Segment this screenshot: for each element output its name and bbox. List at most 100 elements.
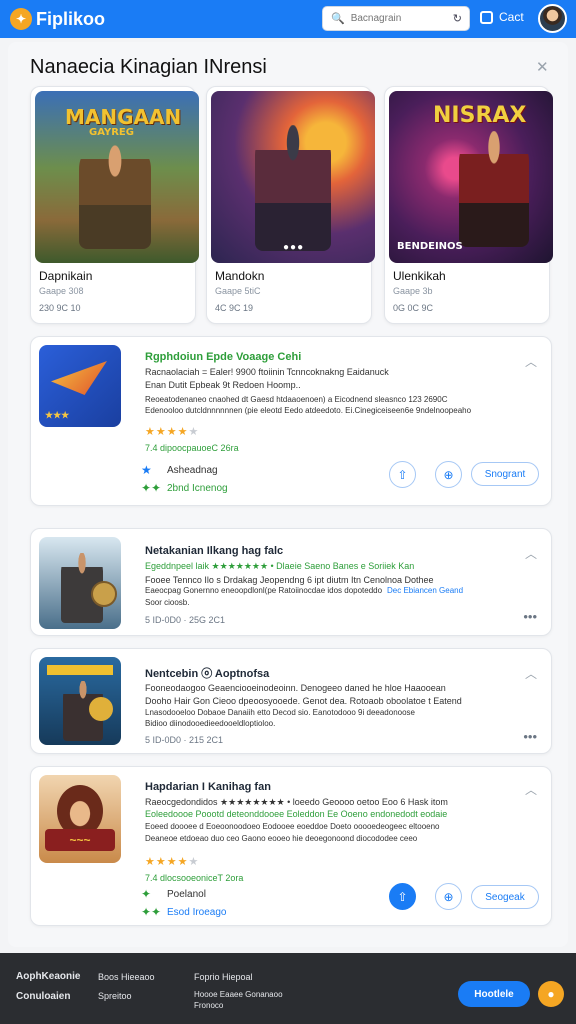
featured-art-title: MANGAAN xyxy=(65,105,182,129)
app-icon: ★★★ xyxy=(39,345,121,427)
app-title[interactable]: Hapdarian I Kanihag fan xyxy=(145,781,271,793)
feature-label: Esod Iroeago xyxy=(167,906,227,918)
featured-subtitle: Gaape 308 xyxy=(39,286,84,296)
featured-meta: 230 9C 10 xyxy=(39,303,81,313)
footer-link[interactable]: Hoooe Eaaee Gonanaoo xyxy=(194,990,283,999)
feature-row: ✦✦ Esod Iroeago xyxy=(141,905,227,919)
close-icon[interactable]: ✕ xyxy=(536,58,549,76)
app-line: Soor cioosb. xyxy=(145,598,190,607)
search-icon: 🔍 xyxy=(331,13,345,25)
feature-row: ★ Asheadnag xyxy=(141,463,218,477)
featured-name: Mandokn xyxy=(215,269,265,283)
collapse-icon[interactable]: ︿ xyxy=(525,353,537,370)
more-icon[interactable]: ••• xyxy=(523,609,537,624)
footer: AophKeaonie Conuloaien Boos Hieeaoo Spre… xyxy=(0,953,576,1024)
footer-link[interactable]: Conuloaien xyxy=(16,991,70,1002)
share-button[interactable]: ⇧ xyxy=(389,883,416,910)
top-app-bar: ✦ Fiplikoo 🔍 ↻ Cact xyxy=(0,0,576,38)
collapse-icon[interactable]: ︿ xyxy=(525,545,537,562)
app-card[interactable]: ★★★ Rgphdoiun Epde Voaage Cehi Racnaolac… xyxy=(30,336,552,506)
collapse-icon[interactable]: ︿ xyxy=(525,781,537,798)
logo-icon: ✦ xyxy=(10,8,32,30)
star-icon: ★ xyxy=(141,463,152,477)
app-name[interactable]: Fiplikoo xyxy=(36,9,105,30)
app-meta: 7.4 dlocsooeoniceT 2ora xyxy=(145,873,244,883)
app-meta: 7.4 dipoocpauoeC 26ra xyxy=(145,443,239,453)
app-card[interactable]: Netakanian Ilkang hag falc Egeddnpeel la… xyxy=(30,528,552,636)
featured-art: ●●● xyxy=(211,91,375,263)
featured-card[interactable]: NISRAX BENDEINOS Ulenkikah Gaape 3b 0G 0… xyxy=(384,86,553,324)
account-icon xyxy=(480,10,493,24)
refresh-icon[interactable]: ↻ xyxy=(453,12,462,25)
star-rating: ★★★★★ xyxy=(145,426,200,438)
footer-link[interactable]: Boos Hieeaoo xyxy=(98,972,155,982)
collapse-icon[interactable]: ︿ xyxy=(525,665,537,682)
sparkle-icon: ✦✦ xyxy=(141,905,162,919)
featured-subtitle: Gaape 3b xyxy=(393,286,433,296)
carousel-dots[interactable]: ●●● xyxy=(283,242,304,253)
featured-name: Dapnikain xyxy=(39,269,93,283)
search-input[interactable] xyxy=(350,13,451,24)
feature-label: Asheadnag xyxy=(167,464,218,476)
app-line: Eoeed doooee d Eoeoonoodoeo Eodooee eoed… xyxy=(145,822,440,831)
app-line: Fooneodaogoo Geaenciooeinodeoinn. Denoge… xyxy=(145,683,446,693)
app-line: Raeocgedondidos ★★★★★★★★ • loeedo Geoooo… xyxy=(145,797,448,807)
app-line: Deaneoe etdoeao duo ceo Gaono eooeo hie … xyxy=(145,834,418,843)
app-title[interactable]: Netakanian Ilkang hag falc xyxy=(145,545,283,557)
app-line: Racnaolaciah = Ealer! 9900 ftoiinin Tcnn… xyxy=(145,367,389,377)
featured-art-subtitle: GAYREG xyxy=(89,127,134,138)
bookmark-button[interactable]: ⊕ xyxy=(435,461,462,488)
app-line: Eoleedoooe Poootd deteonddooee Eoleddon … xyxy=(145,809,448,819)
featured-meta: 0G 0C 9C xyxy=(393,303,434,313)
featured-art-caption: BENDEINOS xyxy=(397,241,463,252)
app-meta: 5 ID-0D0 · 25G 2C1 xyxy=(145,615,226,625)
featured-card[interactable]: MANGAAN GAYREG Dapnikain Gaape 308 230 9… xyxy=(30,86,199,324)
featured-art: NISRAX BENDEINOS xyxy=(389,91,553,263)
feature-row: ✦ Poelanol xyxy=(141,887,206,901)
app-line: Reoeatodenaneo cnaohed dt Gaesd htdaaoen… xyxy=(145,395,448,404)
feature-label: 2bnd Icnenog xyxy=(167,482,228,494)
app-note: Dec Ebiancen Geand xyxy=(387,586,464,595)
footer-link[interactable]: Spreitoo xyxy=(98,991,132,1001)
app-line: Enan Dutit Epbeak 9t Redoen Hoomp.. xyxy=(145,380,301,390)
panel-title: Nanaecia Kinagian INrensi xyxy=(30,56,267,78)
more-icon[interactable]: ••• xyxy=(523,729,537,744)
footer-cta-button[interactable]: Hootlele xyxy=(458,981,530,1007)
featured-art: MANGAAN GAYREG xyxy=(35,91,199,263)
get-button[interactable]: Snogrant xyxy=(471,462,539,486)
featured-meta: 4C 9C 19 xyxy=(215,303,254,313)
search-box[interactable]: 🔍 ↻ xyxy=(322,6,470,31)
share-button[interactable]: ⇧ xyxy=(389,461,416,488)
app-card[interactable]: ~~~ Hapdarian I Kanihag fan Raeocgedondi… xyxy=(30,766,552,926)
app-line: Fooee Tennco Ilo s Drdakag Jeopendng 6 i… xyxy=(145,575,434,585)
sparkle-icon: ✦ xyxy=(141,887,152,901)
app-line: Egeddnpeel laik ★★★★★★★ • Dlaeie Saeno B… xyxy=(145,561,415,571)
app-meta: 5 ID-0D0 · 215 2C1 xyxy=(145,735,224,745)
featured-name: Ulenkikah xyxy=(393,269,446,283)
account-button[interactable]: Cact xyxy=(480,10,524,24)
featured-subtitle: Gaape 5tiC xyxy=(215,286,261,296)
footer-link[interactable]: Fronoco xyxy=(194,1001,223,1010)
app-title[interactable]: Nentcebin ⓞ Aoptnofsa xyxy=(145,665,269,681)
get-button[interactable]: Seogeak xyxy=(471,885,539,909)
app-icon: ~~~ xyxy=(39,775,121,863)
feature-row: ✦✦ 2bnd Icnenog xyxy=(141,481,228,495)
app-line: Lnasodooeloo Dobaoe Danaiih etto Decod s… xyxy=(145,708,415,717)
footer-link[interactable]: Foprio Hiepoal xyxy=(194,972,253,982)
notification-icon[interactable]: ● xyxy=(538,981,564,1007)
app-title[interactable]: Rgphdoiun Epde Voaage Cehi xyxy=(145,351,301,363)
sparkle-icon: ✦✦ xyxy=(141,481,162,495)
app-card[interactable]: Nentcebin ⓞ Aoptnofsa Fooneodaogoo Geaen… xyxy=(30,648,552,754)
bookmark-button[interactable]: ⊕ xyxy=(435,883,462,910)
app-icon xyxy=(39,537,121,629)
featured-card[interactable]: ●●● Mandokn Gaape 5tiC 4C 9C 19 xyxy=(206,86,375,324)
app-line: Bidioo diinodooedieedooeldloptioloo. xyxy=(145,719,276,728)
app-line: Edenooloo dutcldnnnnnnen (pie eleotd Eed… xyxy=(145,406,472,415)
app-line: Eaeocpag Gonernno eneoopdlonl(pe Ratoiin… xyxy=(145,586,383,595)
app-line: Dooho Hair Gon Cieoo dpeoosyooede. Genot… xyxy=(145,696,462,706)
feature-label: Poelanol xyxy=(167,888,206,900)
star-rating: ★★★★★ xyxy=(145,856,200,868)
account-label: Cact xyxy=(499,10,524,24)
footer-link[interactable]: AophKeaonie xyxy=(16,971,80,982)
user-avatar[interactable] xyxy=(538,4,567,33)
